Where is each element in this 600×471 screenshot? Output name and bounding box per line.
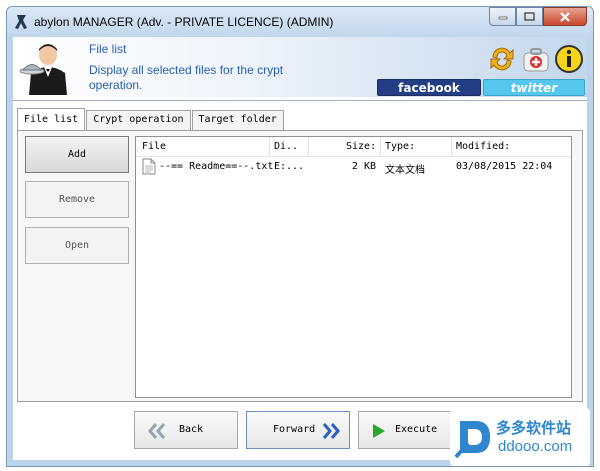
tab-target-folder[interactable]: Target folder xyxy=(191,110,284,130)
cell-size: 2 KB xyxy=(351,161,376,172)
minimize-button[interactable] xyxy=(489,7,516,26)
back-button[interactable]: Back xyxy=(134,411,238,449)
info-icon[interactable] xyxy=(553,43,585,75)
butler-avatar-icon xyxy=(19,44,67,95)
file-list-table[interactable]: File Di... Size: Type: Modified: xyxy=(135,136,572,398)
column-header-directory[interactable]: Di... xyxy=(274,141,300,152)
open-button[interactable]: Open xyxy=(25,227,129,264)
column-header-size[interactable]: Size: xyxy=(346,141,376,152)
watermark-brand: 多多软件站 xyxy=(496,419,572,437)
watermark-logo: 多多软件站 ddooo.com xyxy=(450,408,590,466)
refresh-update-icon[interactable] xyxy=(486,43,518,75)
table-header: File Di... Size: Type: Modified: xyxy=(136,137,571,157)
forward-button[interactable]: Forward xyxy=(246,411,350,449)
cell-directory: E:... xyxy=(274,161,305,172)
back-arrow-icon xyxy=(148,423,166,439)
text-file-icon xyxy=(142,158,156,175)
play-icon xyxy=(373,424,385,438)
forward-arrow-icon xyxy=(322,423,340,439)
app-window: abylon MANAGER (Adv. - PRIVATE LICENCE) … xyxy=(6,6,594,467)
remove-button[interactable]: Remove xyxy=(25,181,129,218)
execute-label: Execute xyxy=(395,424,438,435)
cell-file-name: --== Readme==--.txt xyxy=(159,161,274,172)
tab-crypt-operation[interactable]: Crypt operation xyxy=(86,110,191,130)
execute-button[interactable]: Execute xyxy=(358,411,462,449)
tab-bar: File list Crypt operation Target folder xyxy=(17,108,285,130)
close-button[interactable] xyxy=(543,7,587,26)
window-title: abylon MANAGER (Adv. - PRIVATE LICENCE) … xyxy=(34,15,334,29)
forward-label: Forward xyxy=(273,424,316,435)
abylon-logo-icon xyxy=(15,15,27,29)
header-description: Display all selected files for the crypt… xyxy=(89,63,284,92)
title-bar[interactable]: abylon MANAGER (Adv. - PRIVATE LICENCE) … xyxy=(7,7,593,37)
twitter-button[interactable]: twitter xyxy=(483,79,585,96)
ddooo-logo-icon xyxy=(454,421,490,459)
add-button[interactable]: Add xyxy=(25,136,129,173)
maximize-button[interactable] xyxy=(516,7,543,26)
maximize-icon xyxy=(524,12,535,21)
table-row[interactable]: --== Readme==--.txt E:... 2 KB 文本文档 03/0… xyxy=(136,157,571,177)
tab-file-list[interactable]: File list xyxy=(17,108,86,130)
column-header-type[interactable]: Type: xyxy=(385,141,415,152)
minimize-icon xyxy=(498,16,507,19)
first-aid-kit-icon[interactable] xyxy=(520,43,552,75)
facebook-button[interactable]: facebook xyxy=(377,79,481,96)
watermark-domain: ddooo.com xyxy=(498,438,573,455)
cell-type: 文本文档 xyxy=(385,165,425,176)
header-banner: File list Display all selected files for… xyxy=(13,37,587,97)
column-header-modified[interactable]: Modified: xyxy=(456,141,510,152)
header-title: File list xyxy=(89,42,127,56)
column-header-file[interactable]: File xyxy=(142,141,166,152)
client-area: File list Display all selected files for… xyxy=(13,37,587,460)
cell-modified: 03/08/2015 22:04 xyxy=(456,161,553,172)
close-icon xyxy=(560,11,570,22)
back-label: Back xyxy=(179,424,204,435)
file-list-panel: Add Remove Open File Di... Size: Type: M… xyxy=(17,130,583,402)
main-content: File list Crypt operation Target folder … xyxy=(13,100,587,460)
